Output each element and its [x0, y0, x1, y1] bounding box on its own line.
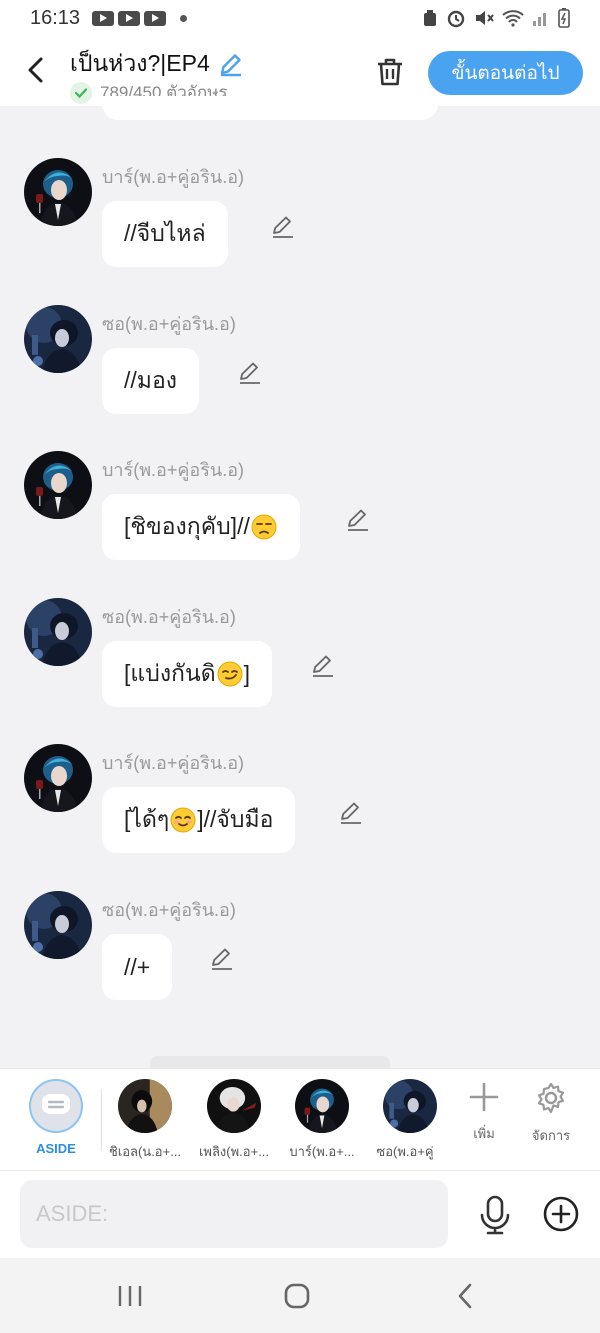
message-text: //มอง: [124, 367, 177, 393]
message-text: //จีบไหล่: [124, 220, 206, 246]
message-bubble[interactable]: [ชิของกุคับ]//: [102, 494, 300, 560]
avatar[interactable]: [24, 598, 92, 666]
previous-message-bubble: [102, 96, 438, 120]
composer: [0, 1170, 600, 1258]
character-label: ASIDE: [36, 1141, 76, 1156]
avatar[interactable]: [24, 891, 92, 959]
youtube-notification-icon: [92, 10, 115, 26]
avatar[interactable]: [24, 744, 92, 812]
edit-message-icon[interactable]: [209, 946, 235, 972]
status-bar: 16:13: [0, 0, 600, 36]
character-chiel[interactable]: ชิเอล(น.อ+...: [105, 1079, 185, 1162]
trash-icon: [378, 58, 402, 86]
avatar[interactable]: [24, 305, 92, 373]
character-so[interactable]: ซอ(พ.อ+คู่: [370, 1079, 450, 1162]
character-label: บาร์(พ.อ+...: [289, 1144, 355, 1159]
message-bubble[interactable]: [แบ่งกันดิ ]: [102, 641, 273, 707]
avatar: [295, 1079, 349, 1133]
youtube-notification-icon: [118, 10, 141, 26]
sender-name: ซอ(พ.อ+คู่อริน.อ): [102, 314, 236, 334]
message-bubble[interactable]: [ได้ๆ ]//จับมือ: [102, 787, 296, 853]
character-label: เพลิง(พ.อ+...: [198, 1144, 270, 1159]
alarm-icon: [447, 10, 465, 28]
unamused-face-emoji: [251, 514, 277, 540]
chat-bubble-icon: [42, 1094, 70, 1114]
avatar: [383, 1079, 437, 1133]
message-text: //+: [124, 953, 151, 980]
edit-message-icon[interactable]: [237, 360, 263, 386]
message-text: ]//จับมือ: [197, 806, 274, 832]
system-navigation-bar: [0, 1258, 600, 1333]
home-icon: [284, 1283, 310, 1309]
episode-title[interactable]: เป็นห่วง?|EP4: [70, 46, 244, 82]
message-text: [แบ่งกันดิ: [124, 660, 216, 686]
signal-icon: [533, 13, 546, 26]
edit-message-icon[interactable]: [310, 653, 336, 679]
sender-name: บาร์(พ.อ+คู่อริน.อ): [102, 167, 245, 187]
system-back-button[interactable]: [445, 1280, 485, 1312]
next-step-button[interactable]: ขั้นตอนต่อไป: [428, 51, 583, 95]
delete-button[interactable]: [372, 54, 408, 90]
avatar: [207, 1079, 261, 1133]
manage-characters-button[interactable]: จัดการ: [521, 1081, 581, 1146]
recent-apps-icon: [118, 1286, 142, 1306]
episode-title-text: เป็นห่วง?|EP4: [70, 50, 210, 76]
character-bar[interactable]: บาร์(พ.อ+...: [282, 1079, 362, 1162]
back-button[interactable]: [18, 52, 54, 88]
check-icon: [70, 81, 92, 104]
more-notifications-icon: [180, 14, 188, 22]
message-input[interactable]: [20, 1180, 448, 1248]
edit-title-icon[interactable]: [218, 51, 244, 77]
sender-name: บาร์(พ.อ+คู่อริน.อ): [102, 460, 245, 480]
voice-input-button[interactable]: [476, 1195, 514, 1235]
message-text: ]: [243, 660, 251, 687]
sender-name: ซอ(พ.อ+คู่อริน.อ): [102, 900, 236, 920]
sender-name: ซอ(พ.อ+คู่อริน.อ): [102, 607, 236, 627]
avatar[interactable]: [24, 451, 92, 519]
edit-message-icon[interactable]: [338, 800, 364, 826]
chevron-left-icon: [28, 57, 43, 83]
message-bubble[interactable]: //+: [102, 934, 173, 1000]
wifi-icon: [502, 10, 524, 27]
recycle-icon: [424, 10, 436, 26]
plus-icon: [469, 1082, 499, 1112]
sender-name: บาร์(พ.อ+คู่อริน.อ): [102, 753, 245, 773]
message-bubble[interactable]: //มอง: [102, 348, 199, 414]
message-text: [ชิของกุคับ]//: [124, 513, 250, 539]
status-time: 16:13: [30, 6, 81, 29]
character-label: ซอ(พ.อ+คู่: [376, 1144, 434, 1159]
aside-avatar: [29, 1079, 83, 1133]
add-label: เพิ่ม: [473, 1126, 495, 1141]
youtube-notification-icon: [144, 10, 167, 26]
manage-label: จัดการ: [531, 1128, 571, 1143]
add-content-button[interactable]: [542, 1195, 580, 1233]
character-label: ชิเอล(น.อ+...: [108, 1144, 182, 1159]
back-icon: [458, 1283, 472, 1309]
mute-icon: [476, 11, 494, 25]
avatar: [118, 1079, 172, 1133]
status-icons: [422, 8, 570, 28]
microphone-icon: [480, 1195, 510, 1235]
character-selector: ASIDE ชิเอล(น.อ+... เพลิง(พ.อ+... บาร์(พ…: [0, 1068, 600, 1170]
battery-icon: [558, 8, 570, 28]
smiling-face-emoji: [170, 807, 196, 833]
message-text: [ได้ๆ: [124, 806, 170, 832]
smirking-face-emoji: [217, 661, 243, 687]
edit-message-icon[interactable]: [345, 507, 371, 533]
message-bubble[interactable]: //จีบไหล่: [102, 201, 228, 267]
gear-icon: [537, 1082, 565, 1114]
plus-circle-icon: [543, 1196, 579, 1232]
home-button[interactable]: [277, 1280, 317, 1312]
divider: [101, 1089, 102, 1151]
add-character-button[interactable]: เพิ่ม: [454, 1081, 514, 1144]
avatar[interactable]: [24, 158, 92, 226]
edit-message-icon[interactable]: [270, 214, 296, 240]
character-aside[interactable]: ASIDE: [16, 1079, 96, 1156]
recent-apps-button[interactable]: [110, 1280, 150, 1312]
character-pleng[interactable]: เพลิง(พ.อ+...: [194, 1079, 274, 1162]
